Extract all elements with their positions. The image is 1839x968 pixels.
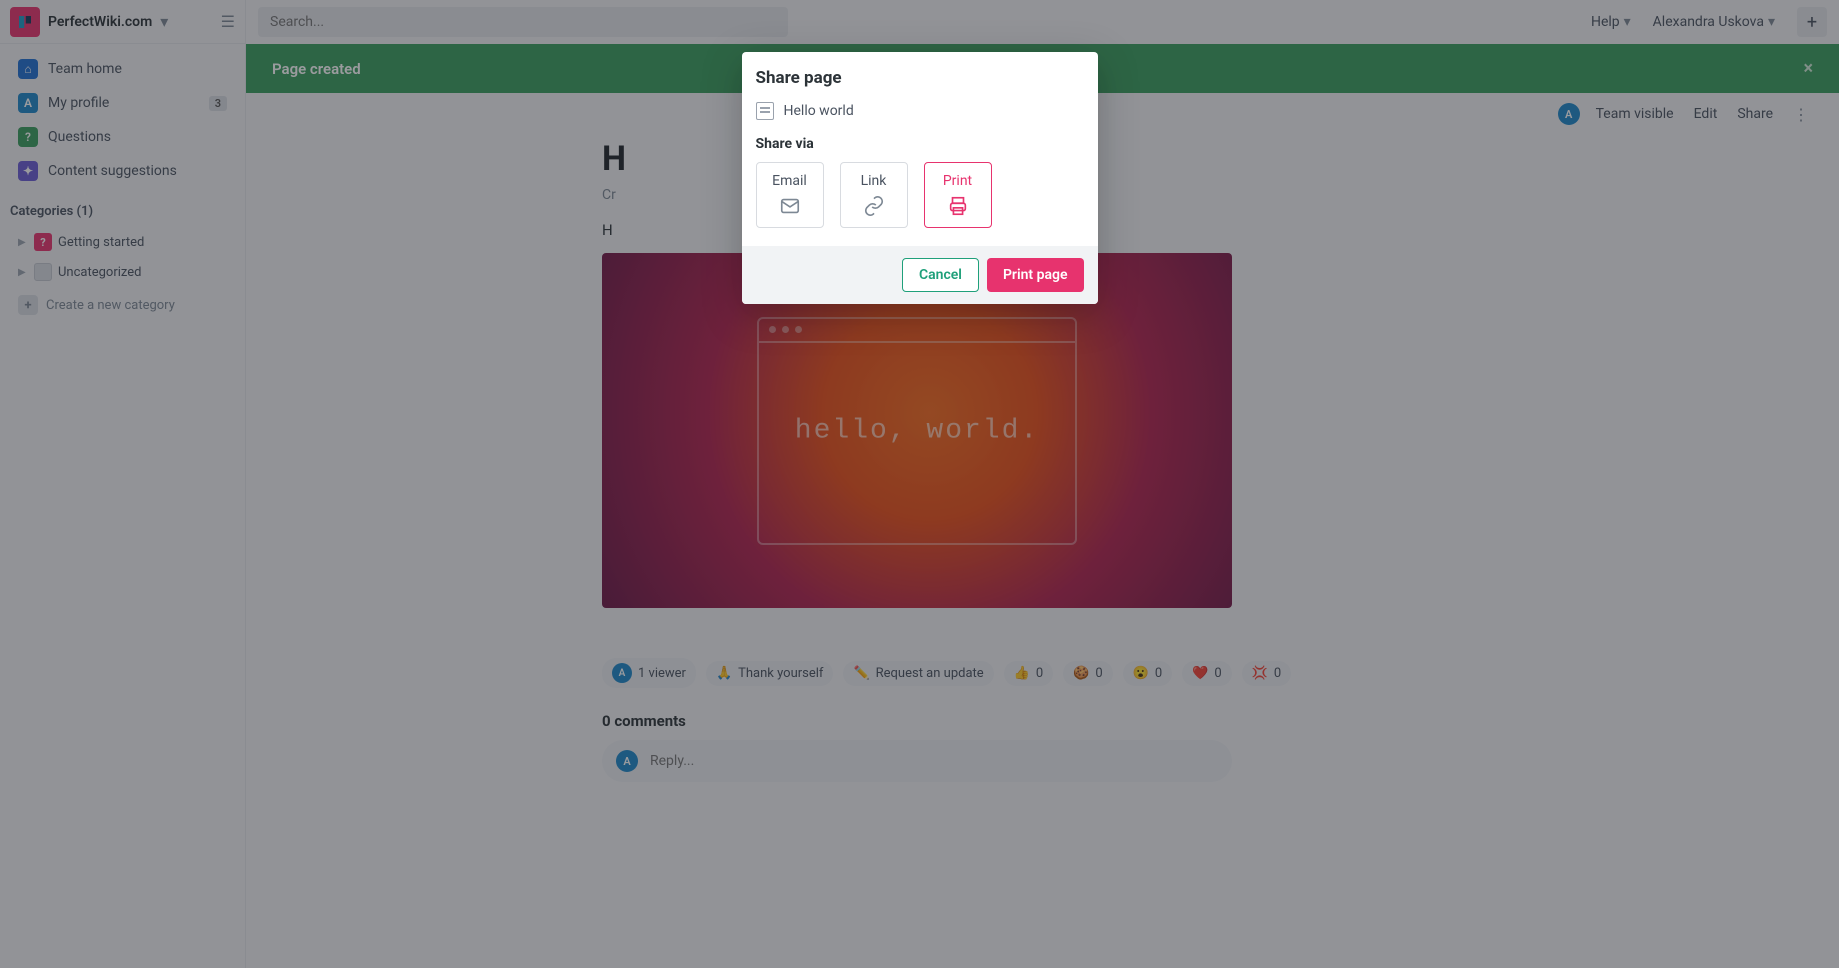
print-page-button[interactable]: Print page <box>987 258 1084 292</box>
modal-footer: Cancel Print page <box>742 246 1098 304</box>
page-icon <box>756 102 774 120</box>
share-options: Email Link Print <box>756 162 1084 228</box>
share-option-label: Email <box>772 173 807 189</box>
share-via-label: Share via <box>756 136 1084 152</box>
share-option-email[interactable]: Email <box>756 162 824 228</box>
modal-overlay[interactable]: Share page Hello world Share via Email L… <box>0 0 1839 968</box>
share-option-link[interactable]: Link <box>840 162 908 228</box>
modal-page-ref: Hello world <box>756 102 1084 120</box>
modal-title: Share page <box>756 68 1084 88</box>
cancel-button[interactable]: Cancel <box>902 258 979 292</box>
share-option-label: Link <box>861 173 887 189</box>
share-option-print[interactable]: Print <box>924 162 992 228</box>
print-icon <box>947 195 969 217</box>
email-icon <box>779 195 801 217</box>
share-modal: Share page Hello world Share via Email L… <box>742 52 1098 304</box>
share-option-label: Print <box>943 173 972 189</box>
modal-page-name: Hello world <box>784 103 854 119</box>
link-icon <box>863 195 885 217</box>
